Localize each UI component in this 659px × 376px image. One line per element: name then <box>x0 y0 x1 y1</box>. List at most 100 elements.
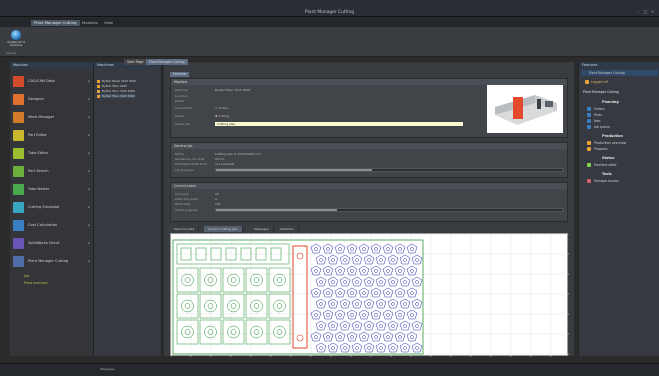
sidebar-item[interactable]: Tube Nester ▸ <box>12 182 92 199</box>
features-panel-title: Features <box>579 62 659 69</box>
current-sheet-section: Current sheet Cut parts 20 Defective part… <box>170 182 568 222</box>
sidebar-subitem[interactable]: Plant overview <box>24 281 48 285</box>
current-sheet-header: Current sheet <box>171 183 567 189</box>
title-bar: Plant Manager Cutting – □ × <box>0 0 659 17</box>
sidebar-item-label: Word Manager <box>28 115 55 119</box>
module-icon <box>13 202 24 213</box>
feature-item[interactable]: Manage access <box>594 179 618 183</box>
sidebar-item-label: Tube Editor <box>28 151 49 155</box>
machine-list-item-selected[interactable]: ByStar Fiber 3015 8000 <box>97 94 136 98</box>
chevron-right-icon[interactable]: ▸ <box>88 205 90 209</box>
sidebar-item[interactable]: Cost Calculation ▸ <box>12 218 92 235</box>
minimize-icon[interactable]: – <box>636 9 641 14</box>
sidebar-item[interactable]: Designer ▸ <box>12 92 92 109</box>
feature-item[interactable]: Parts <box>594 113 602 117</box>
cutting-plan-canvas[interactable] <box>170 233 569 357</box>
feature-icon <box>587 141 591 145</box>
tab-machine[interactable]: Machine <box>170 72 190 77</box>
features-module-selector[interactable]: Plant Manager Cutting <box>581 70 658 76</box>
tab-plant-manager[interactable]: Plant Manager Cutting <box>146 59 188 65</box>
sidebar-item[interactable]: Part Editor ▸ <box>12 128 92 145</box>
sidebar-item-label: Cutting Simulator <box>28 205 60 209</box>
sidebar-item[interactable]: Word Manager ▸ <box>12 110 92 127</box>
sidebar-item[interactable]: Plant Manager Cutting ▸ <box>12 254 92 271</box>
feature-item[interactable]: Production overview <box>594 141 626 145</box>
feature-group-title: Status <box>602 156 615 160</box>
feature-item[interactable]: Orders <box>594 107 605 111</box>
tab-start-page[interactable]: Start Page <box>124 59 147 65</box>
view-tab-strip: Machine data Current cutting plan Messag… <box>170 226 568 232</box>
tab-statistics[interactable]: Statistics <box>276 226 299 232</box>
ribbon <box>0 27 659 57</box>
chevron-right-icon[interactable]: ▸ <box>88 115 90 119</box>
status-bar: Messages <box>0 363 659 376</box>
machine-list-panel: Machines ByStar Blade 3015 8040 ByStar F… <box>94 62 162 356</box>
sidebar-item-label: Tube Nester <box>28 187 50 191</box>
sidebar-item-label: CAD/CAM Data <box>28 79 55 83</box>
machine-icon <box>97 79 100 83</box>
parts-total-row: Parts total 105 <box>175 202 221 206</box>
sidebar-item[interactable]: Tube Editor ▸ <box>12 146 92 163</box>
feature-group-title: Production <box>602 134 623 138</box>
machine-list-item[interactable]: ByStar Fiber 3015 8000 <box>97 89 135 93</box>
module-icon <box>13 238 24 249</box>
tab-messages[interactable]: Messages <box>250 226 274 232</box>
feature-item[interactable]: Jobs <box>594 119 601 123</box>
sidebar-item-label: SolidWorks Client <box>28 241 60 245</box>
machine-icon <box>97 84 100 88</box>
module-icon <box>13 184 24 195</box>
general-job-header: General job <box>171 143 567 149</box>
chevron-right-icon[interactable]: ▸ <box>88 259 90 263</box>
close-icon[interactable]: × <box>650 9 655 14</box>
feature-icon <box>587 113 591 117</box>
chevron-right-icon[interactable]: ▸ <box>88 151 90 155</box>
tab-machine-data[interactable]: Machine data <box>170 226 200 232</box>
feature-group-title: Planning <box>602 100 619 104</box>
tab-current-cutting-plan[interactable]: Current cutting plan <box>204 226 244 232</box>
cutting-plan-drawing <box>170 233 569 357</box>
maximize-icon[interactable]: □ <box>643 9 648 14</box>
module-icon <box>13 148 24 159</box>
sidebar-subitem[interactable]: Job <box>24 274 29 278</box>
job-progress-bar <box>215 168 563 172</box>
chevron-right-icon[interactable]: ▸ <box>88 97 90 101</box>
module-icon <box>13 220 24 231</box>
key-icon <box>585 80 589 84</box>
chevron-right-icon[interactable]: ▸ <box>88 223 90 227</box>
features-panel: Features Plant Manager Cutting Logged of… <box>578 62 659 356</box>
module-icon <box>13 76 24 87</box>
feature-icon <box>587 125 591 129</box>
sidebar-item[interactable]: Part Search ▸ <box>12 164 92 181</box>
menu-item-view[interactable]: View <box>104 20 113 26</box>
menu-item-modules[interactable]: Modules <box>82 20 98 26</box>
feature-icon <box>587 147 591 151</box>
modules-panel: Modules CAD/CAM Data ▸ Designer ▸ Word Manag… <box>10 62 94 356</box>
feature-icon <box>587 163 591 167</box>
machine-list-item[interactable]: ByStar Fiber 4020 <box>97 84 127 88</box>
feature-icon <box>587 119 591 123</box>
menu-item-plant-manager[interactable]: Plant Manager Cutting <box>31 20 80 26</box>
modules-panel-title: Modules <box>10 62 93 69</box>
sheet-progress-row: Sheet progress <box>175 208 198 212</box>
active-job-row: Active job Cutting plan <box>175 122 465 127</box>
sidebar-item[interactable]: CAD/CAM Data ▸ <box>12 74 92 91</box>
logged-off-link[interactable]: Logged off <box>591 80 608 84</box>
ribbon-group-label: General <box>6 52 17 55</box>
chevron-right-icon[interactable]: ▸ <box>88 241 90 245</box>
feature-item[interactable]: Job queue <box>594 125 610 129</box>
feature-item[interactable]: Machine state <box>594 163 616 167</box>
chevron-right-icon[interactable]: ▸ <box>88 79 90 83</box>
sidebar-item[interactable]: Cutting Simulator ▸ <box>12 200 92 217</box>
sidebar-item-label: Part Search <box>28 169 49 173</box>
chevron-right-icon[interactable]: ▸ <box>88 169 90 173</box>
feature-item[interactable]: Progress <box>594 147 608 151</box>
status-messages-label: Messages <box>100 367 115 371</box>
chevron-right-icon[interactable]: ▸ <box>88 133 90 137</box>
general-job-section: General job Name Cutting plan 3 1500x3000… <box>170 142 568 178</box>
sidebar-item[interactable]: SolidWorks Client ▸ <box>12 236 92 253</box>
connection-row: Connection ✔ Online <box>175 106 229 110</box>
chevron-right-icon[interactable]: ▸ <box>88 187 90 191</box>
module-icon <box>13 130 24 141</box>
menu-bar: Plant Manager Cutting Modules View <box>0 18 659 27</box>
machine-list-item[interactable]: ByStar Blade 3015 8040 <box>97 79 136 83</box>
